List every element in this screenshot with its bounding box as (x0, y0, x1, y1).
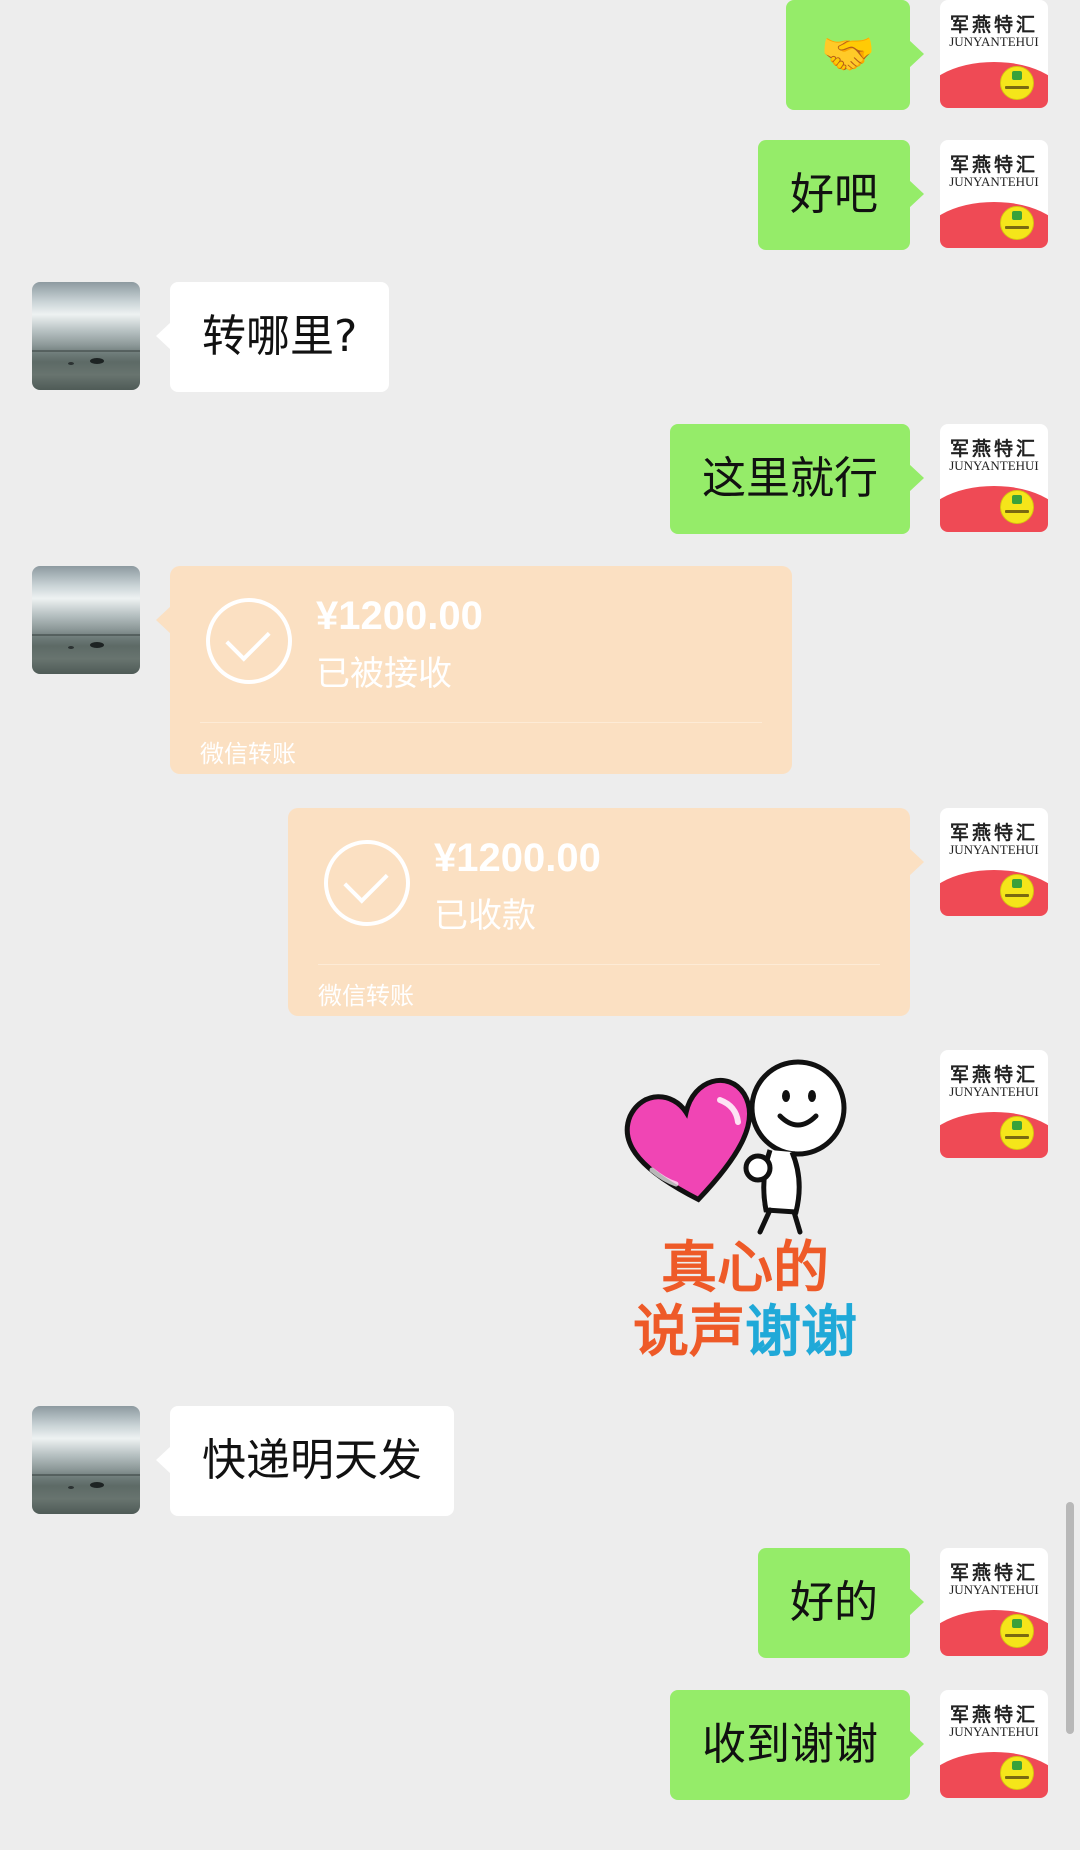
avatar-title-cn: 军燕特汇 (949, 438, 1038, 460)
self-avatar[interactable]: 军燕特汇 JUNYANTEHUI (940, 0, 1048, 108)
avatar-badge-icon (1000, 1116, 1034, 1150)
avatar-title-en: JUNYANTEHUI (949, 1724, 1039, 1739)
transfer-amount: ¥1200.00 (434, 836, 601, 880)
avatar-title-en: JUNYANTEHUI (949, 1582, 1039, 1597)
contact-avatar[interactable] (32, 1406, 140, 1514)
avatar-title-cn: 军燕特汇 (949, 1562, 1038, 1584)
thank-you-sticker[interactable]: 真心的 说声谢谢 (620, 1050, 870, 1380)
message-text: 好的 (790, 1577, 878, 1628)
chat-scrollbar[interactable] (1066, 1502, 1074, 1734)
heart-smiley-icon (624, 1059, 847, 1235)
message-bubble-self[interactable]: 这里就行 (670, 424, 924, 534)
avatar-badge-icon (1000, 1756, 1034, 1790)
transfer-status: 已收款 (434, 896, 536, 936)
avatar-title-en: JUNYANTEHUI (949, 1084, 1039, 1099)
sticker-text-line2-a: 说声 (633, 1300, 745, 1365)
transfer-divider (318, 964, 880, 965)
message-text: 快递明天发 (202, 1435, 422, 1486)
message-text: 转哪里? (202, 311, 358, 362)
avatar-title-cn: 军燕特汇 (949, 1704, 1038, 1726)
avatar-badge-icon (1000, 66, 1034, 100)
avatar-title-en: JUNYANTEHUI (949, 34, 1039, 49)
self-avatar[interactable]: 军燕特汇 JUNYANTEHUI (940, 1690, 1048, 1798)
avatar-title-en: JUNYANTEHUI (949, 174, 1039, 189)
check-circle-icon (206, 598, 292, 684)
avatar-title-en: JUNYANTEHUI (949, 458, 1039, 473)
self-avatar[interactable]: 军燕特汇 JUNYANTEHUI (940, 140, 1048, 248)
transfer-status: 已被接收 (316, 654, 452, 694)
avatar-badge-icon (1000, 490, 1034, 524)
message-bubble-other[interactable]: 转哪里? (155, 282, 390, 392)
check-circle-icon (324, 840, 410, 926)
message-bubble-self[interactable]: 收到谢谢 (670, 1690, 924, 1800)
avatar-badge-icon (1000, 206, 1034, 240)
message-bubble-self[interactable]: 好的 (758, 1548, 924, 1658)
transfer-card-received[interactable]: ¥1200.00 已被接收 微信转账 (156, 566, 792, 774)
avatar-badge-icon (1000, 1614, 1034, 1648)
avatar-title-cn: 军燕特汇 (949, 822, 1038, 844)
sticker-text-line2-b: 谢谢 (745, 1300, 857, 1365)
self-avatar[interactable]: 军燕特汇 JUNYANTEHUI (940, 1050, 1048, 1158)
contact-avatar[interactable] (32, 282, 140, 390)
avatar-title-en: JUNYANTEHUI (949, 842, 1039, 857)
transfer-amount: ¥1200.00 (316, 594, 483, 638)
avatar-title-cn: 军燕特汇 (949, 14, 1038, 36)
contact-avatar[interactable] (32, 566, 140, 674)
avatar-badge-icon (1000, 874, 1034, 908)
message-bubble-other[interactable]: 快递明天发 (156, 1406, 454, 1516)
message-text: 这里就行 (702, 453, 878, 504)
message-bubble-handshake[interactable]: 🤝 (786, 0, 924, 110)
transfer-footer: 微信转账 (318, 982, 414, 1010)
sticker-text-line1: 真心的 (661, 1236, 829, 1301)
self-avatar[interactable]: 军燕特汇 JUNYANTEHUI (940, 424, 1048, 532)
message-text: 收到谢谢 (702, 1719, 878, 1770)
transfer-footer: 微信转账 (200, 740, 296, 768)
self-avatar[interactable]: 军燕特汇 JUNYANTEHUI (940, 1548, 1048, 1656)
handshake-emoji: 🤝 (820, 29, 876, 80)
sticker-text-line2: 说声谢谢 (620, 1302, 870, 1364)
avatar-title-cn: 军燕特汇 (949, 154, 1038, 176)
transfer-divider (200, 722, 762, 723)
self-avatar[interactable]: 军燕特汇 JUNYANTEHUI (940, 808, 1048, 916)
avatar-title-cn: 军燕特汇 (949, 1064, 1038, 1086)
transfer-card-collected[interactable]: ¥1200.00 已收款 微信转账 (288, 808, 924, 1016)
message-bubble-self[interactable]: 好吧 (758, 140, 924, 250)
message-text: 好吧 (790, 169, 878, 220)
